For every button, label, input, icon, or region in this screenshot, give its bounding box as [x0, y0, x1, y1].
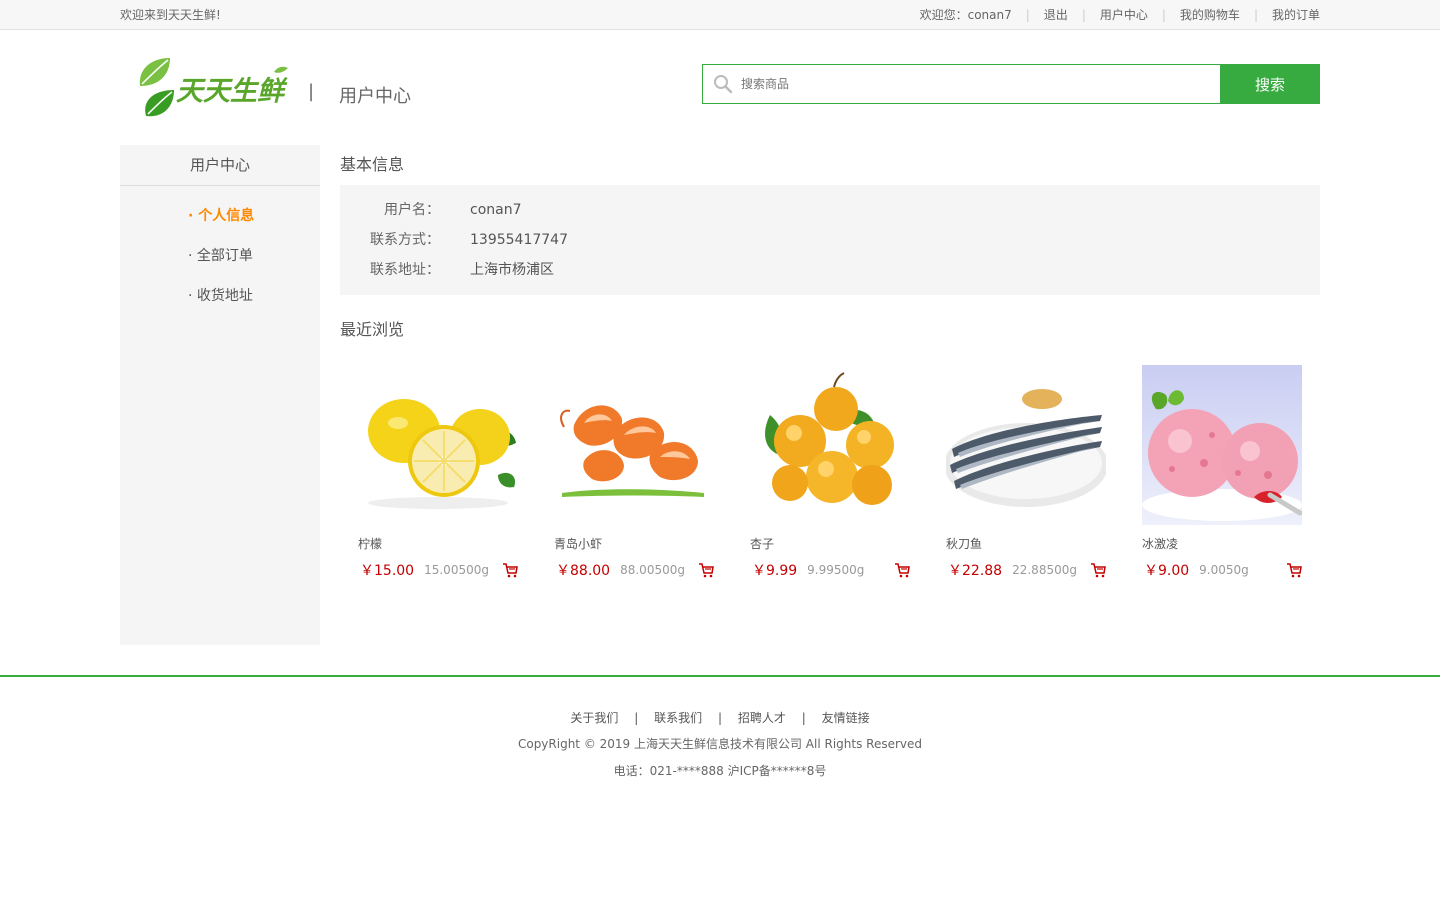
- add-to-cart-icon[interactable]: [502, 562, 518, 578]
- sidebar-title: 用户中心: [120, 145, 320, 186]
- add-to-cart-icon[interactable]: [698, 562, 714, 578]
- basic-info-title: 基本信息: [340, 155, 405, 174]
- goods-price: ￥9.99: [752, 563, 798, 579]
- shrimp-image[interactable]: [554, 365, 714, 525]
- info-row-phone: 联系方式： 13955417747: [340, 230, 1320, 260]
- goods-name[interactable]: 杏子: [750, 535, 910, 552]
- goods-price: ￥15.00: [360, 563, 415, 579]
- sidebar-menu: · 个人信息 · 全部订单 · 收货地址: [120, 186, 320, 326]
- goods-name[interactable]: 秋刀鱼: [946, 535, 1106, 552]
- recent-goods-list: 柠檬 ￥15.00 15.00500g 青岛小虾 ￥88.00 88.00500…: [340, 365, 1320, 580]
- search-bar: 搜索: [702, 64, 1320, 104]
- top-links: 欢迎您：conan7 | 退出 | 用户中心 | 我的购物车 | 我的订单: [919, 6, 1320, 23]
- my-orders-link[interactable]: 我的订单: [1272, 6, 1320, 23]
- footer-copyright: CopyRight © 2019 上海天天生鲜信息技术有限公司 All Righ…: [517, 737, 923, 751]
- info-row-username: 用户名： conan7: [340, 200, 1320, 230]
- goods-price: ￥9.00: [1144, 563, 1190, 579]
- goods-unit: 15.00500g: [424, 563, 489, 577]
- add-to-cart-icon[interactable]: [1286, 562, 1302, 578]
- footer-link-contact[interactable]: 联系我们: [654, 711, 702, 725]
- leaf-logo-icon[interactable]: 天天生鲜: [136, 56, 290, 120]
- saury-image[interactable]: [946, 365, 1106, 525]
- add-to-cart-icon[interactable]: [1090, 562, 1106, 578]
- top-bar: 欢迎来到天天生鲜! 欢迎您：conan7 | 退出 | 用户中心 | 我的购物车…: [0, 0, 1440, 30]
- icecream-image[interactable]: [1142, 365, 1302, 525]
- user-greeting: 欢迎您：conan7: [919, 8, 1012, 22]
- info-row-address: 联系地址： 上海市杨浦区: [340, 260, 1320, 290]
- welcome-text: 欢迎来到天天生鲜!: [120, 8, 221, 22]
- goods-item: 杏子 ￥9.99 9.99500g: [750, 365, 910, 580]
- address-value: 上海市杨浦区: [470, 262, 554, 278]
- user-center-link[interactable]: 用户中心: [1100, 6, 1148, 23]
- goods-price: ￥88.00: [556, 563, 611, 579]
- phone-value: 13955417747: [470, 232, 568, 248]
- footer-link-friends[interactable]: 友情链接: [822, 711, 870, 725]
- main-area: 用户中心 · 个人信息 · 全部订单 · 收货地址 基本信息 用户名： cona…: [120, 145, 1320, 645]
- goods-item: 秋刀鱼 ￥22.88 22.88500g: [946, 365, 1106, 580]
- search-box: [702, 64, 1220, 104]
- footer-link-about[interactable]: 关于我们: [570, 711, 618, 725]
- sidebar: 用户中心 · 个人信息 · 全部订单 · 收货地址: [120, 145, 320, 645]
- page-title: 用户中心: [339, 86, 411, 107]
- footer: 关于我们 | 联系我们 | 招聘人才 | 友情链接 CopyRight © 20…: [0, 675, 1440, 779]
- goods-unit: 22.88500g: [1012, 563, 1077, 577]
- sidebar-item-profile[interactable]: · 个人信息: [120, 206, 320, 246]
- goods-unit: 9.0050g: [1199, 563, 1249, 577]
- recent-title: 最近浏览: [340, 320, 405, 339]
- add-to-cart-icon[interactable]: [894, 562, 910, 578]
- apricot-image[interactable]: [750, 365, 910, 525]
- goods-item: 青岛小虾 ￥88.00 88.00500g: [554, 365, 714, 580]
- search-input[interactable]: [741, 77, 1181, 91]
- goods-unit: 88.00500g: [620, 563, 685, 577]
- goods-item: 冰激凌 ￥9.00 9.0050g: [1142, 365, 1302, 580]
- goods-name[interactable]: 青岛小虾: [554, 535, 714, 552]
- goods-item: 柠檬 ￥15.00 15.00500g: [358, 365, 518, 580]
- basic-info-box: 用户名： conan7 联系方式： 13955417747 联系地址： 上海市杨…: [340, 185, 1320, 295]
- content: 基本信息 用户名： conan7 联系方式： 13955417747 联系地址：…: [340, 145, 1320, 645]
- footer-links: 关于我们 | 联系我们 | 招聘人才 | 友情链接: [570, 711, 870, 725]
- goods-name[interactable]: 冰激凌: [1142, 535, 1302, 552]
- logout-link[interactable]: 退出: [1044, 6, 1068, 23]
- footer-link-jobs[interactable]: 招聘人才: [738, 711, 786, 725]
- my-cart-link[interactable]: 我的购物车: [1180, 6, 1240, 23]
- goods-name[interactable]: 柠檬: [358, 535, 518, 552]
- search-button[interactable]: 搜索: [1220, 64, 1320, 104]
- svg-text:天天生鲜: 天天生鲜: [176, 76, 288, 107]
- goods-unit: 9.99500g: [807, 563, 865, 577]
- search-icon: [714, 75, 733, 94]
- goods-price: ￥22.88: [948, 563, 1003, 579]
- sidebar-item-address[interactable]: · 收货地址: [120, 286, 320, 326]
- header: 天天生鲜 | 用户中心 搜索: [120, 30, 1320, 145]
- footer-phone: 电话：021-****888 沪ICP备******8号: [613, 764, 827, 778]
- sidebar-item-orders[interactable]: · 全部订单: [120, 246, 320, 286]
- lemon-image[interactable]: [358, 365, 518, 525]
- username-value: conan7: [470, 202, 522, 218]
